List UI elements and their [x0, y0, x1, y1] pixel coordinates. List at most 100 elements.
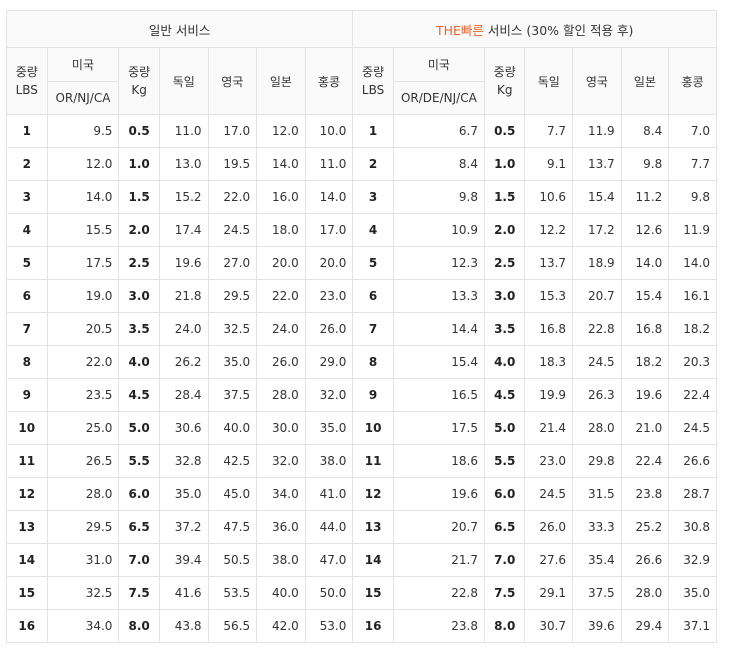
rate-cell: 35.0 — [668, 576, 717, 610]
rate-cell: 16.1 — [668, 279, 717, 313]
table-row: 11 26.5 5.5 32.8 42.5 32.0 38.0 11 18.6 5.5 23.0 29… — [6, 444, 717, 478]
rate-cell: 23.8 — [620, 477, 670, 511]
rate-cell: 29.1 — [524, 576, 574, 610]
rate-cell: 12.6 — [620, 213, 670, 247]
weight-kg-cell: 6.0 — [483, 477, 526, 511]
normal-service-title: 일반 서비스 — [5, 10, 354, 48]
rate-cell: 33.3 — [572, 510, 622, 544]
col-header-weight-lbs: 중량 LBS — [352, 47, 394, 115]
rate-cell: 40.0 — [207, 411, 258, 445]
rate-cell: 32.0 — [256, 444, 306, 478]
rate-cell: 30.7 — [524, 609, 574, 643]
rate-cell: 19.5 — [207, 147, 258, 181]
rate-cell: 43.8 — [158, 609, 209, 643]
weight-lbs-cell: 12 — [352, 477, 394, 511]
rate-cell: 17.2 — [572, 213, 622, 247]
rate-cell: 22.8 — [572, 312, 622, 346]
rate-cell: 8.4 — [392, 147, 485, 181]
rate-cell: 29.8 — [572, 444, 622, 478]
weight-lbs-cell: 15 — [6, 576, 48, 610]
rate-cell: 19.6 — [158, 246, 209, 280]
rate-cell: 31.5 — [572, 477, 622, 511]
weight-kg-cell: 4.5 — [483, 378, 526, 412]
col-header-usa: 미국 — [392, 47, 485, 82]
col-header-usa-states: OR/DE/NJ/CA — [392, 81, 485, 115]
rate-cell: 16.5 — [392, 378, 485, 412]
rate-cell: 14.0 — [304, 180, 354, 214]
rate-cell: 28.7 — [668, 477, 717, 511]
rate-cell: 13.7 — [572, 147, 622, 181]
weight-kg-cell: 7.0 — [483, 543, 526, 577]
rate-cell: 39.6 — [572, 609, 622, 643]
rate-cell: 40.0 — [256, 576, 306, 610]
weight-lbs-cell: 6 — [352, 279, 394, 313]
weight-kg-cell: 0.5 — [483, 114, 526, 148]
weight-kg-cell: 4.5 — [118, 378, 160, 412]
rate-cell: 10.0 — [304, 114, 354, 148]
rate-cell: 23.0 — [304, 279, 354, 313]
rate-cell: 10.9 — [392, 213, 485, 247]
col-header-japan: 일본 — [620, 47, 670, 115]
rate-cell: 22.8 — [392, 576, 485, 610]
rate-cell: 10.6 — [524, 180, 574, 214]
fast-service-brand: THE빠른 — [435, 22, 484, 38]
weight-lbs-cell: 2 — [6, 147, 48, 181]
table-row: 5 17.5 2.5 19.6 27.0 20.0 20.0 5 12.3 2.5 13.7 18.9… — [6, 246, 717, 280]
rate-cell: 42.0 — [256, 609, 306, 643]
rate-cell: 28.0 — [46, 477, 120, 511]
weight-lbs-cell: 13 — [352, 510, 394, 544]
rate-cell: 50.0 — [304, 576, 354, 610]
rate-cell: 7.7 — [524, 114, 574, 148]
rate-cell: 29.5 — [46, 510, 120, 544]
rate-cell: 31.0 — [46, 543, 120, 577]
weight-lbs-cell: 7 — [352, 312, 394, 346]
rate-cell: 19.6 — [392, 477, 485, 511]
weight-kg-cell: 3.5 — [118, 312, 160, 346]
weight-kg-cell: 2.5 — [118, 246, 160, 280]
weight-kg-cell: 6.5 — [483, 510, 526, 544]
rate-cell: 20.3 — [668, 345, 717, 379]
weight-lbs-cell: 10 — [6, 411, 48, 445]
rate-cell: 29.4 — [620, 609, 670, 643]
table-row: 1 9.5 0.5 11.0 17.0 12.0 10.0 1 6.7 0.5 7.7 11.9 8.4… — [6, 114, 717, 148]
rate-cell: 28.0 — [620, 576, 670, 610]
weight-lbs-cell: 2 — [352, 147, 394, 181]
rate-cell: 9.5 — [46, 114, 120, 148]
table-row: 15 32.5 7.5 41.6 53.5 40.0 50.0 15 22.8 7.5 29.1 37… — [6, 576, 717, 610]
rate-cell: 32.9 — [668, 543, 717, 577]
weight-kg-cell: 1.5 — [483, 180, 526, 214]
weight-kg-cell: 3.5 — [483, 312, 526, 346]
rate-cell: 15.3 — [524, 279, 574, 313]
col-header-germany: 독일 — [524, 47, 574, 115]
rate-cell: 53.0 — [304, 609, 354, 643]
rate-cell: 18.3 — [524, 345, 574, 379]
weight-kg-cell: 0.5 — [118, 114, 160, 148]
table-row: 7 20.5 3.5 24.0 32.5 24.0 26.0 7 14.4 3.5 16.8 22.8… — [6, 312, 717, 346]
rate-cell: 16.8 — [620, 312, 670, 346]
rate-cell: 17.4 — [158, 213, 209, 247]
rate-cell: 9.8 — [620, 147, 670, 181]
rate-cell: 13.7 — [524, 246, 574, 280]
weight-lbs-cell: 7 — [6, 312, 48, 346]
weight-kg-cell: 1.0 — [483, 147, 526, 181]
rate-cell: 14.0 — [46, 180, 120, 214]
weight-lbs-cell: 3 — [352, 180, 394, 214]
rate-cell: 36.0 — [256, 510, 306, 544]
rate-cell: 29.5 — [207, 279, 258, 313]
weight-lbs-cell: 11 — [352, 444, 394, 478]
rate-cell: 26.5 — [46, 444, 120, 478]
rate-cell: 34.0 — [46, 609, 120, 643]
rate-cell: 24.0 — [158, 312, 209, 346]
rate-cell: 12.0 — [46, 147, 120, 181]
rate-cell: 24.5 — [524, 477, 574, 511]
rate-cell: 14.0 — [668, 246, 717, 280]
rate-cell: 18.9 — [572, 246, 622, 280]
rate-cell: 21.7 — [392, 543, 485, 577]
rate-cell: 22.4 — [620, 444, 670, 478]
rate-cell: 24.5 — [207, 213, 258, 247]
rate-cell: 17.5 — [392, 411, 485, 445]
rate-cell: 23.0 — [524, 444, 574, 478]
weight-lbs-cell: 8 — [6, 345, 48, 379]
rate-cell: 11.0 — [304, 147, 354, 181]
rate-cell: 9.8 — [392, 180, 485, 214]
